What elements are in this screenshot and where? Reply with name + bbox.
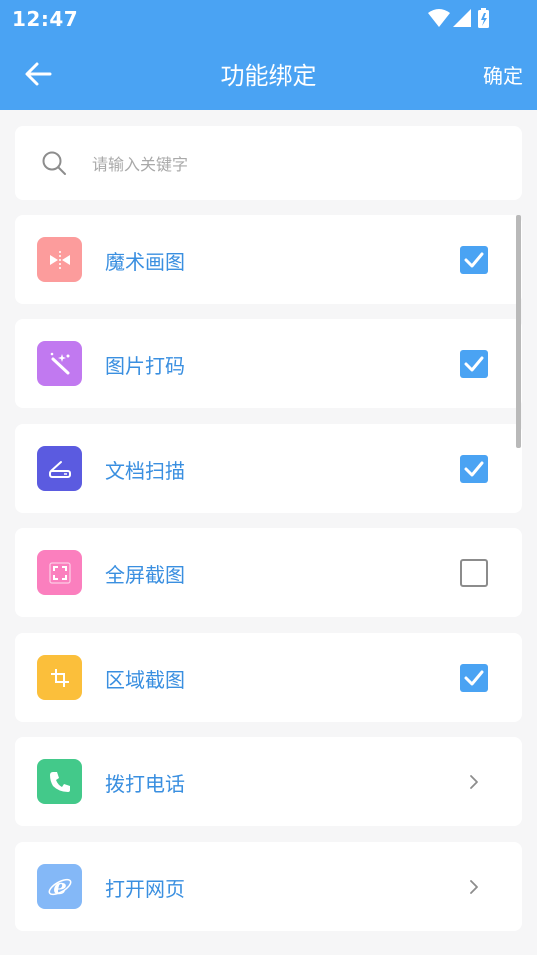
list-item-fullscreen-capture[interactable]: 全屏截图 [15,528,522,617]
checkbox-checked[interactable] [460,246,488,274]
scrollbar-thumb[interactable] [516,215,521,448]
list-item-open-webpage[interactable]: e 打开网页 [15,842,522,931]
status-icons [428,8,489,28]
list-item-document-scan[interactable]: 文档扫描 [15,424,522,513]
checkbox-checked[interactable] [460,664,488,692]
magic-wand-icon [37,341,82,386]
checkbox-unchecked[interactable] [460,559,488,587]
checkbox-checked[interactable] [460,350,488,378]
list-item-magic-draw[interactable]: 魔术画图 [15,215,522,304]
battery-icon [478,8,489,28]
search-bar [15,126,522,200]
item-label: 区域截图 [105,668,185,692]
crop-icon [37,655,82,700]
browser-icon: e [37,864,82,909]
fullscreen-icon [37,550,82,595]
item-label: 图片打码 [105,354,185,378]
page-title: 功能绑定 [220,62,317,90]
checkbox-checked[interactable] [460,455,488,483]
list-item-make-call[interactable]: 拨打电话 [15,737,522,826]
scanner-icon [37,446,82,491]
item-label: 文档扫描 [105,459,185,483]
app-header: 12:47 功能绑定 确定 [0,0,537,110]
wifi-icon [428,9,450,27]
status-bar: 12:47 [0,0,537,36]
phone-icon [37,759,82,804]
item-label: 魔术画图 [105,250,185,274]
chevron-right-icon [470,880,478,894]
magic-mirror-icon [37,237,82,282]
toolbar: 功能绑定 确定 [0,36,537,110]
status-time: 12:47 [12,7,79,31]
chevron-right-icon [470,775,478,789]
confirm-button[interactable]: 确定 [483,60,523,89]
item-label: 全屏截图 [105,563,185,587]
item-label: 打开网页 [105,877,185,901]
check-icon [464,461,484,477]
list-item-image-mosaic[interactable]: 图片打码 [15,319,522,408]
check-icon [464,252,484,268]
search-icon [42,151,66,175]
check-icon [464,670,484,686]
list-item-region-capture[interactable]: 区域截图 [15,633,522,722]
svg-text:e: e [53,874,66,899]
check-icon [464,356,484,372]
item-label: 拨打电话 [105,772,185,796]
search-input[interactable] [90,148,494,180]
signal-icon [453,9,471,27]
